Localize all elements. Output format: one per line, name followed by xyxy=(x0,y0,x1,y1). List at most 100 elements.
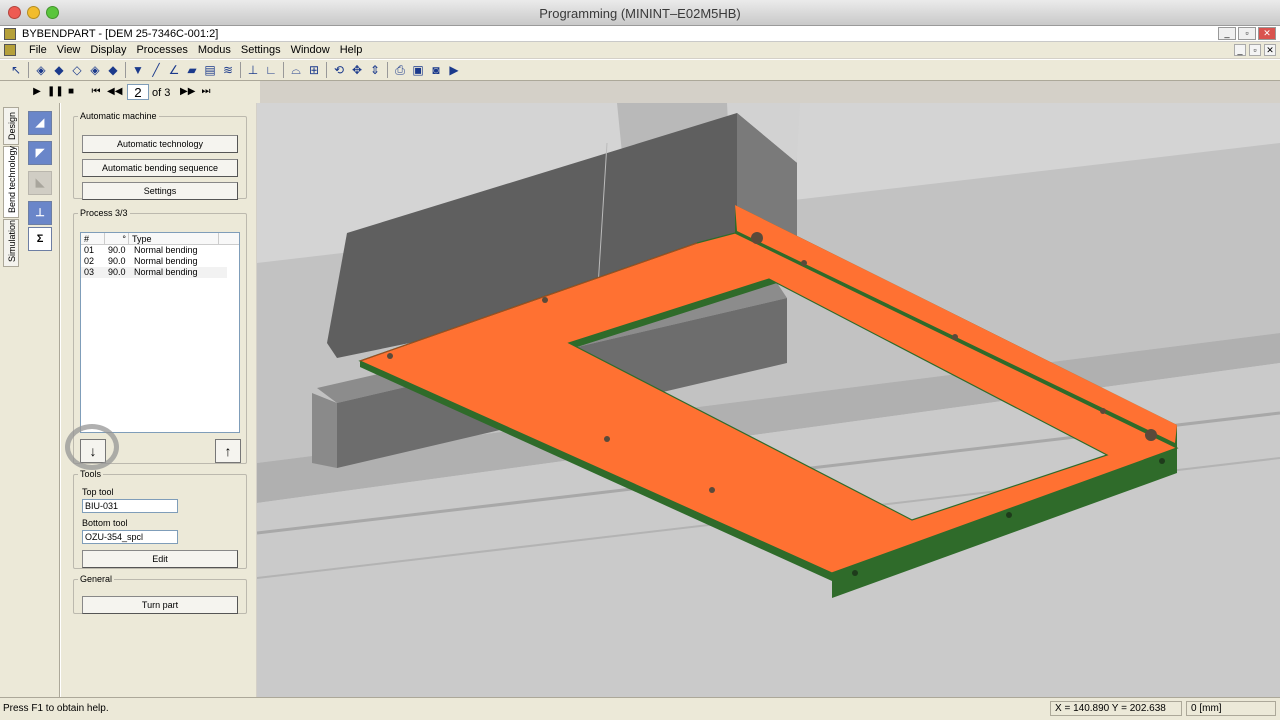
unit-readout: 0 [mm] xyxy=(1186,701,1276,716)
process-list-header: # ° Type xyxy=(81,233,239,245)
col-angle[interactable]: ° xyxy=(105,233,129,244)
next-step-icon[interactable]: ▶▶ xyxy=(180,85,195,99)
arrow-up-icon: ↑ xyxy=(224,443,232,459)
turn-part-button[interactable]: Turn part xyxy=(82,596,238,614)
menu-view[interactable]: View xyxy=(52,44,86,56)
tooling-icon[interactable]: ⊥ xyxy=(28,201,52,225)
col-number[interactable]: # xyxy=(81,233,105,244)
edit-tools-button[interactable]: Edit xyxy=(82,550,238,568)
part-design-icon[interactable]: ◢ xyxy=(28,111,52,135)
export-icon[interactable]: ▣ xyxy=(410,62,426,78)
toolbar-separator xyxy=(240,62,241,78)
app-title: BYBENDPART - [DEM 25-7346C-001:2] xyxy=(22,28,219,40)
unfold-icon[interactable]: ◣ xyxy=(28,171,52,195)
part-hole xyxy=(852,570,858,576)
3d-viewport[interactable] xyxy=(257,103,1280,697)
automatic-bending-sequence-button[interactable]: Automatic bending sequence xyxy=(82,159,238,177)
bottom-tool-field[interactable]: OZU-354_spcl xyxy=(82,530,178,544)
col-type[interactable]: Type xyxy=(129,233,219,244)
toolbar-separator xyxy=(387,62,388,78)
app-title-bar: BYBENDPART - [DEM 25-7346C-001:2] _ ▫ ✕ xyxy=(0,26,1280,42)
menu-processes[interactable]: Processes xyxy=(131,44,192,56)
part-hole xyxy=(751,232,763,244)
tab-design[interactable]: Design xyxy=(3,107,19,145)
left-panel: Automatic machine Automatic technology A… xyxy=(60,103,256,697)
simulation-toolbar: ▶ ❚❚ ■ ⏮ ◀◀ of 3 ▶▶ ⏭ xyxy=(0,81,260,103)
toolbar-separator xyxy=(125,62,126,78)
vertical-tabs: Design Bend technology Simulation xyxy=(0,103,22,697)
layers-icon[interactable]: ▤ xyxy=(202,62,218,78)
automatic-technology-button[interactable]: Automatic technology xyxy=(82,135,238,153)
bend-line-icon[interactable]: ╱ xyxy=(148,62,164,78)
process-row[interactable]: 03 90.0 Normal bending xyxy=(81,267,227,278)
process-row[interactable]: 02 90.0 Normal bending xyxy=(81,256,239,267)
dimension-icon[interactable]: ⊥ xyxy=(245,62,261,78)
pan-icon[interactable]: ✥ xyxy=(349,62,365,78)
first-step-icon[interactable]: ⏮ xyxy=(89,85,103,99)
minimize-icon[interactable]: _ xyxy=(1218,27,1236,40)
rotate-icon[interactable]: ⟲ xyxy=(331,62,347,78)
part-hole xyxy=(1159,458,1165,464)
status-bar: Press F1 to obtain help. X = 140.890 Y =… xyxy=(0,697,1280,720)
view-front-icon[interactable]: ◆ xyxy=(51,62,67,78)
title-bar: Programming (MININT–E02M5HB) xyxy=(0,0,1280,26)
sum-list-icon[interactable]: Σ xyxy=(28,227,52,251)
top-tool-label: Top tool xyxy=(82,487,114,497)
menu-modus[interactable]: Modus xyxy=(193,44,236,56)
bottom-tool-label: Bottom tool xyxy=(82,518,128,528)
tool-column: ◢ ◤ ◣ ⊥ Σ xyxy=(22,103,60,697)
app-icon xyxy=(4,28,16,40)
print-icon[interactable]: ⎙ xyxy=(392,62,408,78)
mdi-minimize-icon[interactable]: _ xyxy=(1234,44,1246,56)
video-icon[interactable]: ▶ xyxy=(446,62,462,78)
grid-icon[interactable]: ⊞ xyxy=(306,62,322,78)
stop-icon[interactable]: ■ xyxy=(64,85,78,99)
section-icon[interactable]: ⌓ xyxy=(288,62,304,78)
part-hole xyxy=(1006,512,1012,518)
help-cursor-icon[interactable]: ↖ xyxy=(8,62,24,78)
part-hole xyxy=(952,334,958,340)
settings-button[interactable]: Settings xyxy=(82,182,238,200)
mdi-close-icon[interactable]: ✕ xyxy=(1264,44,1276,56)
bend-part-icon[interactable]: ◤ xyxy=(28,141,52,165)
tab-simulation[interactable]: Simulation xyxy=(3,219,19,267)
menu-settings[interactable]: Settings xyxy=(236,44,286,56)
process-row[interactable]: 01 90.0 Normal bending xyxy=(81,245,239,256)
part-hole xyxy=(604,436,610,442)
part-hole xyxy=(801,260,807,266)
mdi-restore-icon[interactable]: ▫ xyxy=(1249,44,1261,56)
tab-bend-technology[interactable]: Bend technology xyxy=(3,146,19,218)
camera-icon[interactable]: ◙ xyxy=(428,62,444,78)
view-back-icon[interactable]: ◆ xyxy=(105,62,121,78)
zigzag-icon[interactable]: ≋ xyxy=(220,62,236,78)
flange-icon[interactable]: ▼ xyxy=(130,62,146,78)
window-title: Programming (MININT–E02M5HB) xyxy=(539,6,741,21)
top-tool-field[interactable]: BIU-031 xyxy=(82,499,178,513)
menu-window[interactable]: Window xyxy=(286,44,335,56)
view-side-icon[interactable]: ◇ xyxy=(69,62,85,78)
sheet-icon[interactable]: ▰ xyxy=(184,62,200,78)
angle-measure-icon[interactable]: ∟ xyxy=(263,62,279,78)
previous-step-icon[interactable]: ◀◀ xyxy=(107,85,122,99)
view-iso-icon[interactable]: ◈ xyxy=(33,62,49,78)
bend-angle-icon[interactable]: ∠ xyxy=(166,62,182,78)
step-input[interactable] xyxy=(127,84,149,100)
restore-icon[interactable]: ▫ xyxy=(1238,27,1256,40)
part-hole xyxy=(1145,429,1157,441)
last-step-icon[interactable]: ⏭ xyxy=(199,85,213,99)
zoom-icon[interactable]: ⇕ xyxy=(367,62,383,78)
menu-display[interactable]: Display xyxy=(85,44,131,56)
play-icon[interactable]: ▶ xyxy=(30,85,44,99)
pause-icon[interactable]: ❚❚ xyxy=(47,85,64,99)
process-list[interactable]: # ° Type 01 90.0 Normal bending 02 90.0 … xyxy=(80,232,240,433)
document-icon[interactable] xyxy=(4,44,16,56)
move-up-button[interactable]: ↑ xyxy=(215,439,241,463)
main-toolbar: ↖ ◈ ◆ ◇ ◈ ◆ ▼ ╱ ∠ ▰ ▤ ≋ ⊥ ∟ ⌓ ⊞ ⟲ ✥ ⇕ ⎙ … xyxy=(0,59,1280,81)
view-top-icon[interactable]: ◈ xyxy=(87,62,103,78)
menu-help[interactable]: Help xyxy=(335,44,368,56)
part-hole xyxy=(709,487,715,493)
close-icon[interactable]: ✕ xyxy=(1258,27,1276,40)
machine-scene xyxy=(257,103,1280,697)
menu-file[interactable]: File xyxy=(24,44,52,56)
part-hole xyxy=(1100,408,1106,414)
